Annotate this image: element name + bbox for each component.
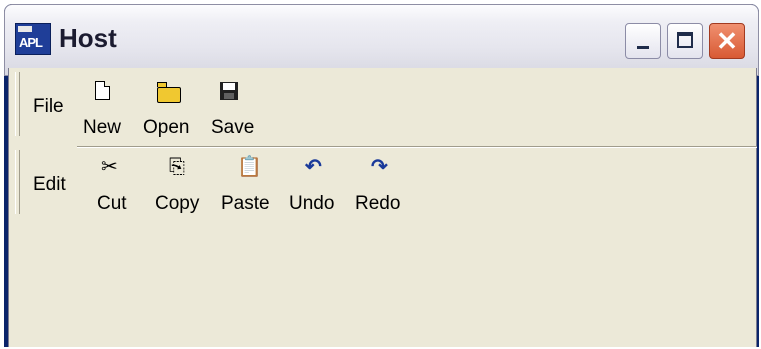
save-disk-icon [220,82,238,100]
redo-label: Redo [355,193,401,214]
file-band-grip[interactable] [15,72,20,136]
cut-button[interactable]: ✂ Cut [97,154,137,216]
cut-label: Cut [97,193,127,214]
paste-button[interactable]: 📋 Paste [221,154,279,216]
band-label-edit: Edit [33,174,66,195]
edit-band-grip[interactable] [15,150,20,214]
minimize-button[interactable] [625,23,661,59]
undo-label: Undo [289,193,335,214]
redo-arrow-icon: ↷ [371,156,388,178]
copy-icon: ⎘ [169,156,185,178]
new-label: New [83,117,122,138]
new-button[interactable]: New [83,78,127,140]
paste-label: Paste [221,193,270,214]
open-label: Open [143,117,190,138]
open-button[interactable]: Open [143,78,195,140]
paste-clipboard-icon: 📋 [237,156,262,178]
app-icon-label: APL [19,35,43,50]
maximize-button[interactable] [667,23,703,59]
scissors-icon: ✂ [101,156,118,178]
undo-arrow-icon: ↶ [305,156,322,178]
save-button[interactable]: Save [211,78,261,140]
client-area: File New Open Save Edit ✂ Cut ⎘ Copy 📋 P… [8,68,757,347]
save-label: Save [211,117,255,138]
band-label-file: File [33,96,64,117]
new-document-icon [95,81,110,100]
title-bar[interactable]: APL Host ✕ [4,4,759,76]
close-button[interactable]: ✕ [709,23,745,59]
close-icon: ✕ [716,26,738,56]
copy-button[interactable]: ⎘ Copy [155,154,207,216]
app-icon[interactable]: APL [15,23,51,55]
band-separator [77,146,757,148]
undo-button[interactable]: ↶ Undo [289,154,345,216]
redo-button[interactable]: ↷ Redo [355,154,411,216]
open-folder-icon [157,82,181,103]
copy-label: Copy [155,193,200,214]
window-title: Host [59,23,117,53]
host-window: APL Host ✕ File New Open Save Edit ✂ Cut… [4,4,759,347]
